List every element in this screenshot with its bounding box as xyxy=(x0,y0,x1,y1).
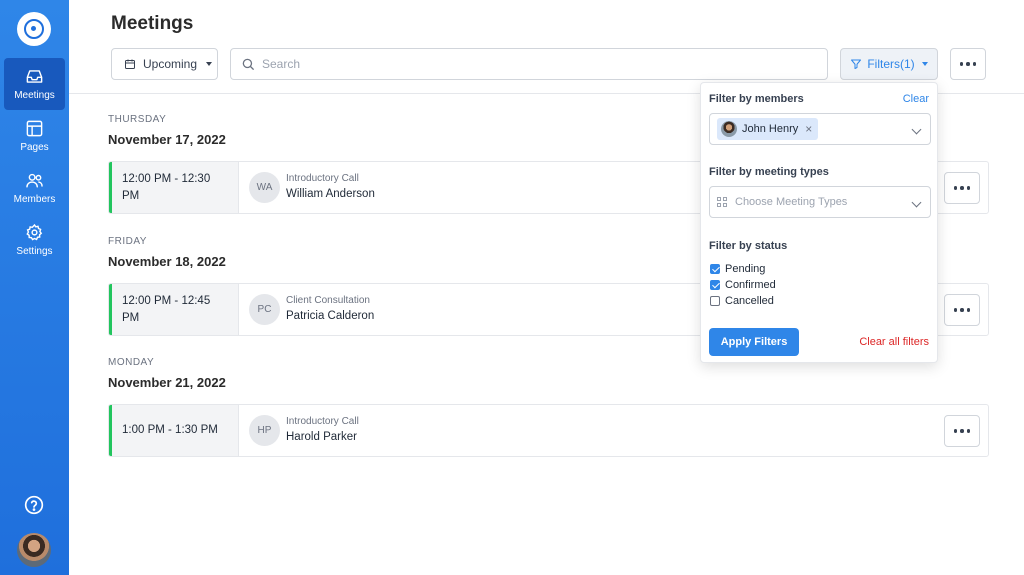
member-chip: John Henry × xyxy=(717,118,819,140)
checkbox[interactable] xyxy=(710,280,720,290)
gear-icon xyxy=(26,223,43,241)
member-chip-label: John Henry xyxy=(742,123,799,135)
filter-dropdown: Filter by members Clear John Henry × Fil… xyxy=(700,82,938,363)
search-box[interactable] xyxy=(230,48,828,80)
status-option-pending[interactable]: Pending xyxy=(710,263,765,275)
meeting-type: Client Consultation xyxy=(286,295,370,306)
calendar-icon xyxy=(125,59,135,69)
meeting-card[interactable]: 1:00 PM - 1:30 PM HP Introductory Call H… xyxy=(108,404,989,457)
meeting-time: 12:00 PM - 12:45 PM xyxy=(112,284,239,335)
filter-icon xyxy=(851,59,862,69)
attendee-name: Patricia Calderon xyxy=(286,310,375,322)
sidebar-item-members[interactable]: Members xyxy=(4,162,65,214)
meeting-more-button[interactable] xyxy=(944,172,980,204)
members-select[interactable]: John Henry × xyxy=(709,113,931,145)
status-option-label: Confirmed xyxy=(725,279,776,291)
inbox-icon xyxy=(26,70,43,83)
attendee-name: William Anderson xyxy=(286,188,375,200)
meeting-more-button[interactable] xyxy=(944,415,980,447)
meeting-types-select[interactable]: Choose Meeting Types xyxy=(709,186,931,218)
app-logo[interactable] xyxy=(17,12,51,46)
sidebar-item-label: Pages xyxy=(20,142,49,153)
meeting-time: 12:00 PM - 12:30 PM xyxy=(112,162,239,213)
more-horizontal-icon xyxy=(953,308,971,312)
avatar: WA xyxy=(249,172,280,203)
types-filter-heading: Filter by meeting types xyxy=(709,166,829,178)
more-options-button[interactable] xyxy=(950,48,986,80)
filters-button[interactable]: Filters(1) xyxy=(840,48,938,80)
weekday-label: MONDAY xyxy=(108,357,155,368)
filters-label: Filters(1) xyxy=(867,57,915,71)
caret-down-icon xyxy=(206,62,213,66)
clear-all-filters-link[interactable]: Clear all filters xyxy=(859,336,929,348)
attendee-name: Harold Parker xyxy=(286,431,357,443)
avatar xyxy=(721,121,737,137)
meeting-type: Introductory Call xyxy=(286,173,359,184)
checkbox[interactable] xyxy=(710,296,720,306)
status-option-label: Pending xyxy=(725,263,766,275)
meeting-more-button[interactable] xyxy=(944,294,980,326)
help-circle-icon[interactable] xyxy=(24,495,44,515)
search-icon xyxy=(242,58,254,70)
checkbox[interactable] xyxy=(710,264,720,274)
sidebar-item-label: Settings xyxy=(16,246,53,257)
meeting-type: Introductory Call xyxy=(286,416,359,427)
sidebar-item-label: Meetings xyxy=(14,90,55,101)
status-option-label: Cancelled xyxy=(725,295,774,307)
chevron-down-icon xyxy=(911,197,922,208)
apply-filters-button[interactable]: Apply Filters xyxy=(709,328,799,356)
weekday-label: FRIDAY xyxy=(108,236,147,247)
users-icon xyxy=(26,173,43,188)
remove-chip-icon[interactable]: × xyxy=(805,122,812,136)
more-horizontal-icon xyxy=(959,62,977,66)
status-option-confirmed[interactable]: Confirmed xyxy=(710,279,776,291)
avatar: HP xyxy=(249,415,280,446)
sidebar-item-settings[interactable]: Settings xyxy=(4,214,65,266)
more-horizontal-icon xyxy=(953,429,971,433)
sidebar-item-pages[interactable]: Pages xyxy=(4,110,65,162)
grid-icon xyxy=(717,196,728,208)
layout-icon xyxy=(26,120,43,137)
clear-members-link[interactable]: Clear xyxy=(903,93,929,105)
weekday-label: THURSDAY xyxy=(108,114,167,125)
sidebar-item-meetings[interactable]: Meetings xyxy=(4,58,65,110)
user-avatar[interactable] xyxy=(17,533,51,567)
page-title: Meetings xyxy=(111,13,194,34)
meeting-time: 1:00 PM - 1:30 PM xyxy=(112,405,239,456)
view-select-label: Upcoming xyxy=(143,57,198,71)
members-filter-heading: Filter by members xyxy=(709,93,804,105)
date-label: November 17, 2022 xyxy=(108,132,226,147)
date-label: November 21, 2022 xyxy=(108,375,226,390)
status-filter-heading: Filter by status xyxy=(709,240,788,252)
date-label: November 18, 2022 xyxy=(108,254,226,269)
sidebar: Meetings Pages Members Settings xyxy=(0,0,69,575)
avatar: PC xyxy=(249,294,280,325)
sidebar-item-label: Members xyxy=(13,194,56,205)
search-input[interactable] xyxy=(262,57,802,71)
more-horizontal-icon xyxy=(953,186,971,190)
caret-down-icon xyxy=(921,62,928,66)
view-select-button[interactable]: Upcoming xyxy=(111,48,218,80)
status-option-cancelled[interactable]: Cancelled xyxy=(710,295,774,307)
types-placeholder: Choose Meeting Types xyxy=(735,196,848,208)
chevron-down-icon xyxy=(911,124,922,135)
